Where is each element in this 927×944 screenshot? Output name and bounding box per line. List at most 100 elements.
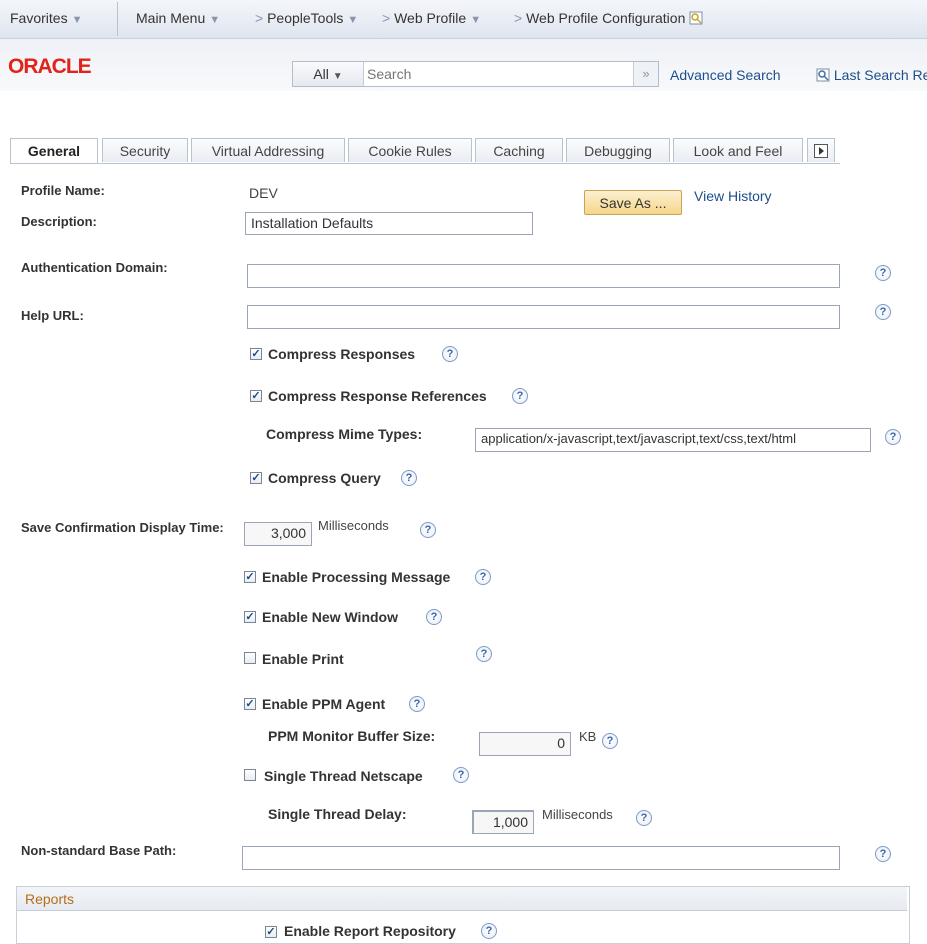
enable-print-label: Enable Print: [262, 651, 344, 667]
single-thread-netscape-label: Single Thread Netscape: [264, 768, 423, 784]
description-field[interactable]: Installation Defaults: [245, 212, 533, 235]
help-icon[interactable]: ?: [442, 346, 458, 362]
tab-security[interactable]: Security: [102, 138, 188, 162]
help-icon[interactable]: ?: [875, 304, 891, 320]
help-icon[interactable]: ?: [409, 696, 425, 712]
breadcrumb-label: Web Profile Configuration: [526, 10, 686, 26]
chevron-down-icon: ▼: [347, 14, 359, 26]
help-url-label: Help URL:: [21, 308, 84, 323]
milliseconds-unit: Milliseconds: [542, 807, 613, 822]
non-standard-base-path-label: Non-standard Base Path:: [21, 843, 177, 858]
breadcrumb-web-profile[interactable]: > Web Profile ▼: [382, 10, 481, 26]
single-thread-delay-label: Single Thread Delay:: [268, 806, 407, 822]
breadcrumb-peopletools[interactable]: > PeopleTools ▼: [255, 10, 358, 26]
enable-report-repository-label: Enable Report Repository: [284, 923, 456, 939]
single-thread-delay-field[interactable]: 1,000: [472, 810, 534, 834]
enable-processing-message-label: Enable Processing Message: [262, 569, 451, 585]
chevron-down-icon: ▼: [332, 71, 343, 82]
ppm-buffer-size-field[interactable]: 0: [479, 732, 571, 756]
save-confirmation-field[interactable]: 3,000: [244, 522, 312, 546]
profile-name-label: Profile Name:: [21, 183, 105, 198]
help-icon[interactable]: ?: [512, 388, 528, 404]
main-menu-label: Main Menu: [136, 10, 206, 26]
compress-query-label: Compress Query: [268, 470, 381, 486]
save-confirmation-label: Save Confirmation Display Time:: [21, 520, 224, 535]
non-standard-base-path-field[interactable]: [242, 846, 840, 870]
tab-virtual-addressing[interactable]: Virtual Addressing: [191, 138, 345, 162]
milliseconds-unit: Milliseconds: [318, 518, 389, 533]
auth-domain-field[interactable]: [247, 264, 840, 288]
compress-mime-types-field[interactable]: application/x-javascript,text/javascript…: [475, 428, 871, 452]
tab-caching[interactable]: Caching: [475, 138, 563, 162]
compress-responses-checkbox[interactable]: ✓: [250, 348, 262, 360]
search-go-icon[interactable]: »: [633, 62, 658, 86]
help-url-field[interactable]: [247, 305, 840, 329]
help-icon[interactable]: ?: [636, 810, 652, 826]
help-icon[interactable]: ?: [475, 569, 491, 585]
tab-look-and-feel[interactable]: Look and Feel: [673, 138, 803, 162]
divider: [117, 2, 118, 36]
search-scope-select[interactable]: All ▼: [293, 62, 364, 86]
help-icon[interactable]: ?: [602, 733, 618, 749]
help-icon[interactable]: ?: [401, 470, 417, 486]
enable-new-window-checkbox[interactable]: ✓: [244, 611, 256, 623]
last-search-results-link[interactable]: Last Search Results: [816, 67, 927, 83]
search-scope-label: All: [313, 66, 329, 82]
breadcrumb-label: Web Profile: [394, 10, 467, 26]
page-search-icon: [689, 11, 703, 25]
view-history-link[interactable]: View History: [694, 188, 772, 204]
breadcrumb-arrow-icon: >: [514, 10, 523, 26]
tab-underline: [10, 163, 840, 164]
profile-name-value: DEV: [249, 185, 278, 201]
help-icon[interactable]: ?: [426, 609, 442, 625]
enable-processing-message-checkbox[interactable]: ✓: [244, 571, 256, 583]
reports-group: Reports: [16, 886, 910, 944]
favorites-menu[interactable]: Favorites ▼: [10, 10, 82, 26]
compress-query-checkbox[interactable]: ✓: [250, 472, 262, 484]
search-bar: All ▼ »: [292, 61, 659, 87]
kb-unit: KB: [579, 729, 597, 744]
search-input[interactable]: [367, 62, 627, 86]
enable-print-checkbox[interactable]: [244, 652, 256, 664]
help-icon[interactable]: ?: [481, 923, 497, 939]
arrow-right-icon: [814, 144, 828, 158]
compress-response-references-checkbox[interactable]: ✓: [250, 390, 262, 402]
compress-responses-label: Compress Responses: [268, 346, 416, 362]
help-icon[interactable]: ?: [476, 646, 492, 662]
save-as-button[interactable]: Save As ...: [584, 190, 682, 215]
help-icon[interactable]: ?: [875, 846, 891, 862]
auth-domain-label: Authentication Domain:: [21, 260, 168, 275]
compress-mime-types-label: Compress Mime Types:: [266, 426, 423, 442]
breadcrumb-label: PeopleTools: [267, 10, 344, 26]
enable-report-repository-checkbox[interactable]: ✓: [265, 926, 277, 938]
advanced-search-link[interactable]: Advanced Search: [670, 67, 781, 83]
chevron-down-icon: ▼: [470, 14, 482, 26]
help-icon[interactable]: ?: [453, 767, 469, 783]
enable-ppm-agent-checkbox[interactable]: ✓: [244, 698, 256, 710]
tab-general[interactable]: General: [10, 138, 98, 164]
compress-response-references-label: Compress Response References: [268, 388, 487, 404]
chevron-down-icon: ▼: [209, 14, 221, 26]
oracle-logo: ORACLE: [8, 55, 92, 78]
last-search-label: Last Search Results: [833, 67, 927, 83]
reports-group-title: Reports: [17, 887, 907, 911]
help-icon[interactable]: ?: [420, 522, 436, 538]
tab-scroll-right-icon[interactable]: [807, 138, 835, 162]
enable-new-window-label: Enable New Window: [262, 609, 398, 625]
description-label: Description:: [21, 214, 97, 229]
help-icon[interactable]: ?: [875, 265, 891, 281]
tab-debugging[interactable]: Debugging: [566, 138, 670, 162]
chevron-down-icon: ▼: [71, 14, 83, 26]
top-navigation-bar: Favorites ▼ Main Menu ▼ > PeopleTools ▼ > W…: [0, 0, 927, 39]
ppm-buffer-size-label: PPM Monitor Buffer Size:: [268, 728, 436, 744]
favorites-label: Favorites: [10, 10, 68, 26]
main-menu[interactable]: Main Menu ▼: [136, 10, 220, 26]
breadcrumb-arrow-icon: >: [255, 10, 264, 26]
tab-cookie-rules[interactable]: Cookie Rules: [348, 138, 472, 162]
breadcrumb-arrow-icon: >: [382, 10, 391, 26]
tab-bar: General Security Virtual Addressing Cook…: [10, 138, 840, 164]
search-results-icon: [816, 68, 830, 82]
help-icon[interactable]: ?: [885, 429, 901, 445]
single-thread-netscape-checkbox[interactable]: [244, 769, 256, 781]
breadcrumb-web-profile-configuration[interactable]: > Web Profile Configuration: [514, 10, 703, 26]
